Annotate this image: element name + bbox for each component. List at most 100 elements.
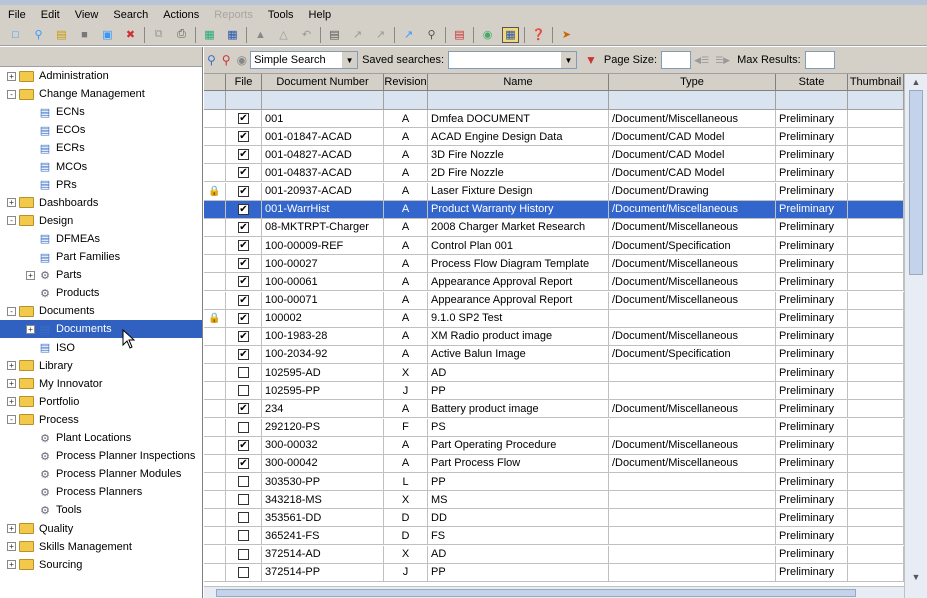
name-cell[interactable]: MS [428, 491, 609, 510]
menu-help[interactable]: Help [301, 9, 339, 21]
menu-file[interactable]: File [0, 9, 33, 21]
saved-searches-select[interactable]: ▼ [448, 51, 578, 69]
where-used-icon[interactable]: ⚲ [423, 27, 440, 43]
menu-actions[interactable]: Actions [155, 9, 206, 21]
table-row[interactable]: ✔ 001-01847-ACAD A ACAD Engine Design Data /… [204, 128, 904, 147]
open-folder-icon[interactable]: ▤ [53, 27, 70, 43]
new-document-icon[interactable]: □ [7, 27, 24, 43]
tree-item-process-planners[interactable]: ⚙ Process Planners [0, 483, 202, 501]
file-checkbox[interactable]: ✔ [238, 457, 249, 469]
copy-icon[interactable]: ⧉ [150, 27, 167, 43]
file-cell[interactable] [226, 545, 262, 564]
tree-item-design[interactable]: - Design [0, 212, 202, 230]
name-cell[interactable]: Active Balun Image [428, 345, 609, 364]
document-number-cell[interactable]: 08-MKTRPT-Charger [262, 218, 384, 237]
name-cell[interactable]: ACAD Engine Design Data [428, 128, 609, 147]
search-criteria-icon[interactable]: ◉ [237, 53, 247, 67]
name-cell[interactable]: PP [428, 473, 609, 491]
document-number-cell[interactable]: 303530-PP [262, 473, 384, 491]
next-page-icon[interactable]: ☰▶ [715, 55, 730, 66]
tree-item-process-planner-modules[interactable]: ⚙ Process Planner Modules [0, 465, 202, 483]
table-row[interactable]: 372514-PP J PP Preliminary [204, 563, 904, 582]
document-number-cell[interactable]: 292120-PS [262, 418, 384, 437]
delete-icon[interactable]: ✖ [122, 27, 139, 43]
save-as-icon[interactable]: ▣ [99, 27, 116, 43]
name-cell[interactable]: AD [428, 545, 609, 564]
table-row[interactable]: 372514-AD X AD Preliminary [204, 545, 904, 564]
name-cell[interactable]: PS [428, 418, 609, 437]
name-cell[interactable]: Part Process Flow [428, 454, 609, 473]
column-header-lock[interactable] [204, 74, 226, 90]
tree-item-library[interactable]: + Library [0, 357, 202, 375]
tree-item-portfolio[interactable]: + Portfolio [0, 393, 202, 411]
file-checkbox[interactable]: ✔ [238, 258, 249, 270]
document-number-cell[interactable]: 001 [262, 110, 384, 128]
tree-item-sourcing[interactable]: + Sourcing [0, 556, 202, 574]
document-number-cell[interactable]: 100-1983-28 [262, 327, 384, 346]
tree-item-tools[interactable]: ⚙ Tools [0, 501, 202, 519]
name-cell[interactable]: Appearance Approval Report [428, 291, 609, 310]
name-cell[interactable]: FS [428, 527, 609, 546]
scroll-down-icon[interactable]: ▼ [909, 570, 923, 584]
word-export-icon[interactable]: ▦ [224, 27, 241, 43]
document-number-cell[interactable]: 100-00009-REF [262, 237, 384, 256]
tree-item-ecos[interactable]: ▤ ECOs [0, 121, 202, 139]
collapse-icon[interactable]: - [7, 306, 16, 316]
column-header-type[interactable]: Type [609, 74, 776, 90]
name-cell[interactable]: Control Plan 001 [428, 237, 609, 256]
file-checkbox[interactable]: ✔ [238, 294, 249, 306]
filter-cell[interactable] [609, 91, 776, 110]
name-cell[interactable]: Battery product image [428, 400, 609, 419]
file-cell[interactable]: ✔ [226, 255, 262, 274]
document-number-cell[interactable]: 001-04837-ACAD [262, 164, 384, 183]
file-checkbox[interactable] [238, 512, 249, 524]
excel-export-icon[interactable]: ▦ [201, 27, 218, 43]
column-header-file[interactable]: File [226, 74, 262, 90]
document-number-cell[interactable]: 300-00042 [262, 454, 384, 473]
collapse-icon[interactable]: - [7, 89, 16, 99]
table-row[interactable]: ✔ 001-WarrHist A Product Warranty History/D… [204, 200, 904, 219]
expand-icon[interactable]: + [7, 379, 16, 389]
table-row[interactable]: ✔ 100-1983-28 A XM Radio product image/Docu… [204, 327, 904, 346]
name-cell[interactable]: Appearance Approval Report [428, 273, 609, 292]
file-cell[interactable] [226, 563, 262, 582]
file-cell[interactable] [226, 382, 262, 401]
file-cell[interactable]: ✔ [226, 200, 262, 219]
menu-search[interactable]: Search [105, 9, 155, 21]
version-icon[interactable]: ▤ [326, 27, 343, 43]
file-checkbox[interactable]: ✔ [238, 348, 249, 360]
name-cell[interactable]: Part Operating Procedure [428, 436, 609, 455]
expand-icon[interactable]: + [26, 270, 35, 280]
table-row[interactable]: ✔ 100-00071 A Appearance Approval Report/Do… [204, 291, 904, 310]
table-row[interactable]: 353561-DD D DD Preliminary [204, 509, 904, 528]
file-checkbox[interactable] [238, 566, 249, 578]
document-number-cell[interactable]: 001-WarrHist [262, 200, 384, 219]
table-row[interactable]: 365241-FS D FS Preliminary [204, 527, 904, 546]
tree-item-parts[interactable]: + ⚙ Parts [0, 266, 202, 284]
file-checkbox[interactable]: ✔ [238, 312, 249, 324]
table-row[interactable]: 🔒 ✔ 001-20937-ACAD A Laser Fixture Design/Do… [204, 182, 904, 201]
name-cell[interactable]: 2D Fire Nozzle [428, 164, 609, 183]
tree-item-ecns[interactable]: ▤ ECNs [0, 103, 202, 121]
name-cell[interactable]: Dmfea DOCUMENT [428, 110, 609, 128]
file-cell[interactable]: ✔ [226, 182, 262, 201]
save-icon[interactable]: ■ [76, 27, 93, 43]
tree-item-ecrs[interactable]: ▤ ECRs [0, 139, 202, 157]
file-checkbox[interactable]: ✔ [238, 403, 249, 415]
tree-item-dfmeas[interactable]: ▤ DFMEAs [0, 230, 202, 248]
file-cell[interactable] [226, 509, 262, 528]
file-checkbox[interactable] [238, 494, 249, 506]
column-header-state[interactable]: State [776, 74, 848, 90]
document-number-cell[interactable]: 343218-MS [262, 491, 384, 510]
structure-browser-icon[interactable]: ▤ [451, 27, 468, 43]
menu-reports[interactable]: Reports [206, 9, 260, 21]
tree-item-dashboards[interactable]: + Dashboards [0, 194, 202, 212]
name-cell[interactable]: 9.1.0 SP2 Test [428, 309, 609, 328]
file-cell[interactable]: ✔ [226, 327, 262, 346]
table-row[interactable]: ✔ 08-MKTRPT-Charger A 2008 Charger Market R… [204, 218, 904, 237]
file-checkbox[interactable]: ✔ [238, 149, 249, 161]
collapse-icon[interactable]: - [7, 216, 16, 226]
file-checkbox[interactable]: ✔ [238, 240, 249, 252]
document-number-cell[interactable]: 100002 [262, 309, 384, 328]
table-row[interactable]: ✔ 100-00061 A Appearance Approval Report/Do… [204, 273, 904, 292]
